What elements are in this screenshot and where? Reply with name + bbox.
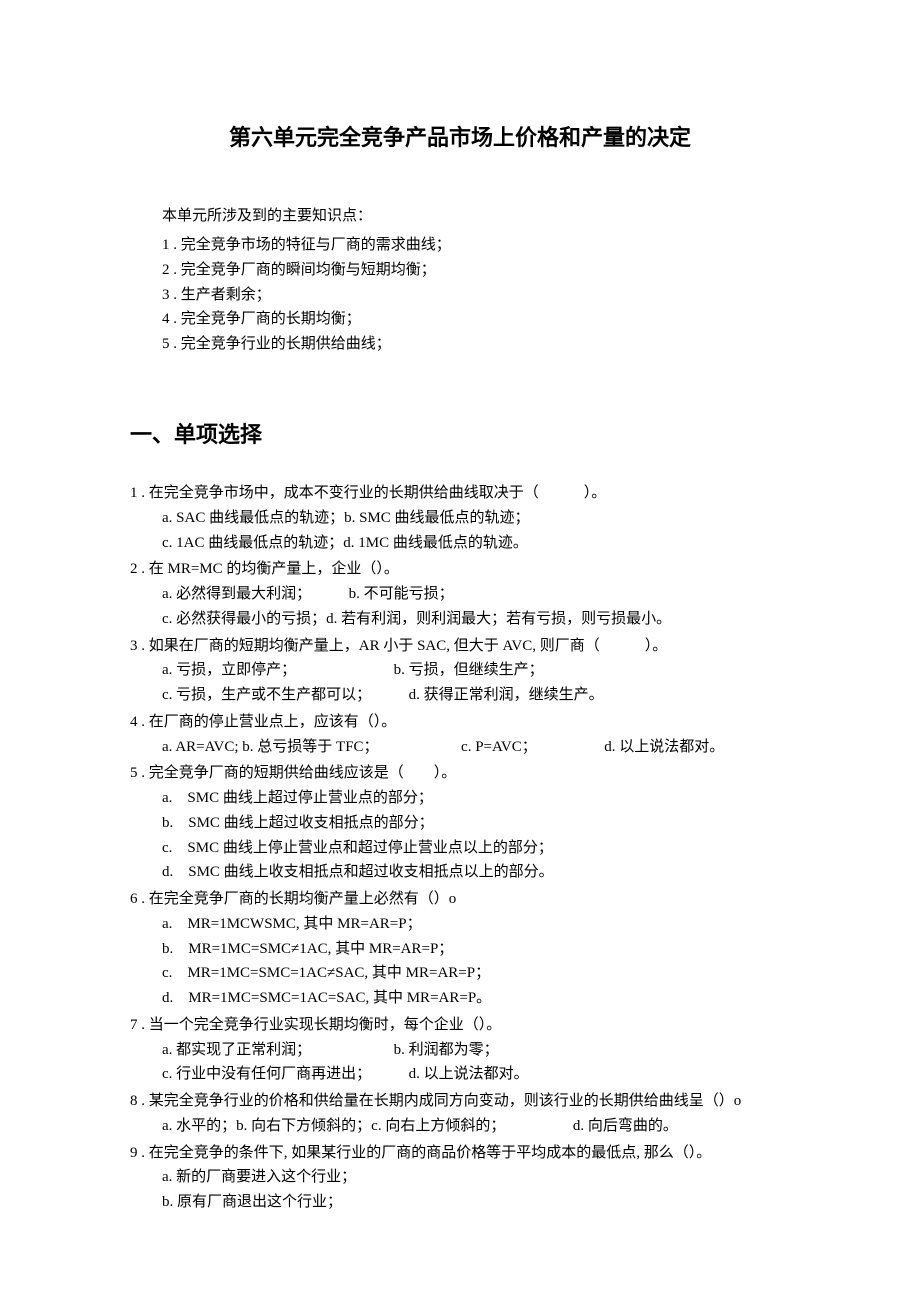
question-list: 1 . 在完全竞争市场中，成本不变行业的长期供给曲线取决于（ ）。 a. SAC…: [130, 481, 790, 1215]
option-line: b. SMC 曲线上超过收支相抵点的部分；: [162, 811, 790, 836]
question-4: 4 . 在厂商的停止营业点上，应该有（）。 a. AR=AVC; b. 总亏损等…: [130, 710, 790, 760]
option-line: c. 亏损，生产或不生产都可以； d. 获得正常利润，继续生产。: [162, 683, 790, 708]
question-9: 9 . 在完全竞争的条件下, 如果某行业的厂商的商品价格等于平均成本的最低点, …: [130, 1141, 790, 1215]
option-line: a. AR=AVC; b. 总亏损等于 TFC； c. P=AVC； d. 以上…: [162, 735, 790, 760]
question-stem: 3 . 如果在厂商的短期均衡产量上，AR 小于 SAC, 但大于 AVC, 则厂…: [130, 634, 790, 659]
question-stem: 6 . 在完全竞争厂商的长期均衡产量上必然有（）o: [130, 887, 790, 912]
question-options: a. 亏损，立即停产； b. 亏损，但继续生产； c. 亏损，生产或不生产都可以…: [130, 658, 790, 708]
question-3: 3 . 如果在厂商的短期均衡产量上，AR 小于 SAC, 但大于 AVC, 则厂…: [130, 634, 790, 708]
option-line: c. MR=1MC=SMC=1AC≠SAC, 其中 MR=AR=P；: [162, 961, 790, 986]
knowledge-item: 3 . 生产者剩余；: [162, 283, 790, 308]
document-page: 第六单元完全竞争产品市场上价格和产量的决定 本单元所涉及到的主要知识点： 1 .…: [0, 0, 920, 1277]
option-line: b. 原有厂商退出这个行业；: [162, 1190, 790, 1215]
question-stem: 1 . 在完全竞争市场中，成本不变行业的长期供给曲线取决于（ ）。: [130, 481, 790, 506]
option-line: c. SMC 曲线上停止营业点和超过停止营业点以上的部分；: [162, 836, 790, 861]
option-line: a. 必然得到最大利润； b. 不可能亏损；: [162, 582, 790, 607]
knowledge-item: 5 . 完全竞争行业的长期供给曲线；: [162, 332, 790, 357]
option-line: d. SMC 曲线上收支相抵点和超过收支相抵点以上的部分。: [162, 860, 790, 885]
knowledge-item: 2 . 完全竞争厂商的瞬间均衡与短期均衡；: [162, 258, 790, 283]
question-stem: 9 . 在完全竞争的条件下, 如果某行业的厂商的商品价格等于平均成本的最低点, …: [130, 1141, 790, 1166]
knowledge-item: 1 . 完全竞争市场的特征与厂商的需求曲线；: [162, 233, 790, 258]
question-options: a. 新的厂商要进入这个行业； b. 原有厂商退出这个行业；: [130, 1165, 790, 1215]
question-options: a. SMC 曲线上超过停止营业点的部分； b. SMC 曲线上超过收支相抵点的…: [130, 786, 790, 885]
question-2: 2 . 在 MR=MC 的均衡产量上，企业（）。 a. 必然得到最大利润； b.…: [130, 557, 790, 631]
option-line: a. SAC 曲线最低点的轨迹；b. SMC 曲线最低点的轨迹；: [162, 506, 790, 531]
section-heading-mcq: 一、单项选择: [130, 417, 790, 453]
knowledge-intro: 本单元所涉及到的主要知识点：: [162, 204, 790, 229]
question-7: 7 . 当一个完全竞争行业实现长期均衡时，每个企业（）。 a. 都实现了正常利润…: [130, 1013, 790, 1087]
option-line: a. MR=1MCWSMC, 其中 MR=AR=P；: [162, 912, 790, 937]
question-1: 1 . 在完全竞争市场中，成本不变行业的长期供给曲线取决于（ ）。 a. SAC…: [130, 481, 790, 555]
page-title: 第六单元完全竞争产品市场上价格和产量的决定: [130, 120, 790, 156]
option-line: c. 行业中没有任何厂商再进出； d. 以上说法都对。: [162, 1062, 790, 1087]
option-line: a. 亏损，立即停产； b. 亏损，但继续生产；: [162, 658, 790, 683]
question-options: a. 必然得到最大利润； b. 不可能亏损； c. 必然获得最小的亏损；d. 若…: [130, 582, 790, 632]
question-options: a. 水平的；b. 向右下方倾斜的；c. 向右上方倾斜的； d. 向后弯曲的。: [130, 1114, 790, 1139]
question-options: a. MR=1MCWSMC, 其中 MR=AR=P； b. MR=1MC=SMC…: [130, 912, 790, 1011]
option-line: c. 必然获得最小的亏损；d. 若有利润，则利润最大；若有亏损，则亏损最小。: [162, 607, 790, 632]
option-line: a. 新的厂商要进入这个行业；: [162, 1165, 790, 1190]
option-line: a. 水平的；b. 向右下方倾斜的；c. 向右上方倾斜的； d. 向后弯曲的。: [162, 1114, 790, 1139]
question-options: a. SAC 曲线最低点的轨迹；b. SMC 曲线最低点的轨迹； c. 1AC …: [130, 506, 790, 556]
question-options: a. 都实现了正常利润； b. 利润都为零； c. 行业中没有任何厂商再进出； …: [130, 1038, 790, 1088]
question-8: 8 . 某完全竞争行业的价格和供给量在长期内成同方向变动，则该行业的长期供给曲线…: [130, 1089, 790, 1139]
question-stem: 5 . 完全竞争厂商的短期供给曲线应该是（ ）。: [130, 761, 790, 786]
question-stem: 7 . 当一个完全竞争行业实现长期均衡时，每个企业（）。: [130, 1013, 790, 1038]
option-line: c. 1AC 曲线最低点的轨迹；d. 1MC 曲线最低点的轨迹。: [162, 531, 790, 556]
question-stem: 2 . 在 MR=MC 的均衡产量上，企业（）。: [130, 557, 790, 582]
option-line: a. SMC 曲线上超过停止营业点的部分；: [162, 786, 790, 811]
option-line: a. 都实现了正常利润； b. 利润都为零；: [162, 1038, 790, 1063]
question-stem: 4 . 在厂商的停止营业点上，应该有（）。: [130, 710, 790, 735]
question-stem: 8 . 某完全竞争行业的价格和供给量在长期内成同方向变动，则该行业的长期供给曲线…: [130, 1089, 790, 1114]
option-line: b. MR=1MC=SMC≠1AC, 其中 MR=AR=P；: [162, 937, 790, 962]
knowledge-points-block: 本单元所涉及到的主要知识点： 1 . 完全竞争市场的特征与厂商的需求曲线； 2 …: [130, 204, 790, 357]
question-6: 6 . 在完全竞争厂商的长期均衡产量上必然有（）o a. MR=1MCWSMC,…: [130, 887, 790, 1011]
question-5: 5 . 完全竞争厂商的短期供给曲线应该是（ ）。 a. SMC 曲线上超过停止营…: [130, 761, 790, 885]
question-options: a. AR=AVC; b. 总亏损等于 TFC； c. P=AVC； d. 以上…: [130, 735, 790, 760]
option-line: d. MR=1MC=SMC=1AC=SAC, 其中 MR=AR=P。: [162, 986, 790, 1011]
knowledge-item: 4 . 完全竞争厂商的长期均衡；: [162, 307, 790, 332]
